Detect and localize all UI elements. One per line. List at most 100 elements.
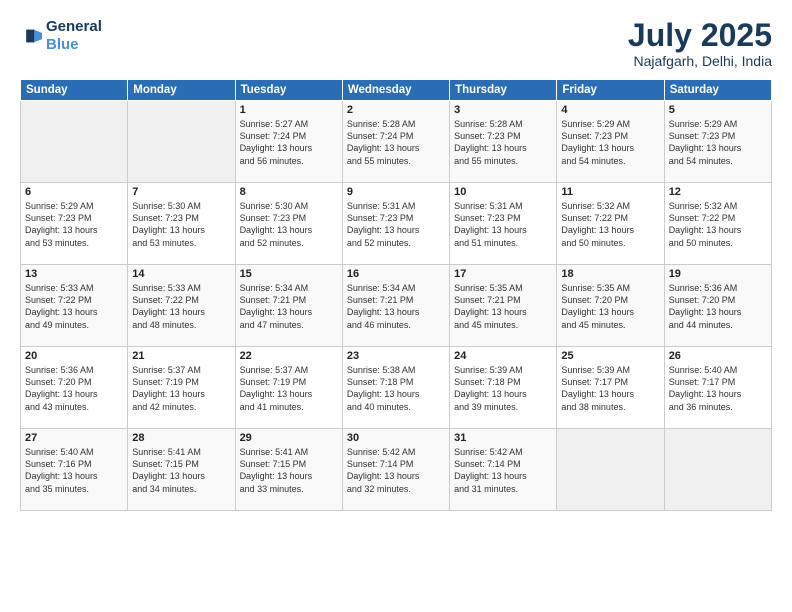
calendar-cell: 3 Sunrise: 5:28 AM Sunset: 7:23 PM Daylig… — [450, 101, 557, 183]
day-number: 22 — [240, 350, 338, 362]
day-number: 21 — [132, 350, 230, 362]
calendar-cell: 13 Sunrise: 5:33 AM Sunset: 7:22 PM Dayli… — [21, 265, 128, 347]
calendar-cell: 18 Sunrise: 5:35 AM Sunset: 7:20 PM Dayli… — [557, 265, 664, 347]
day-number: 12 — [669, 186, 767, 198]
day-info: Sunrise: 5:33 AM Sunset: 7:22 PM Dayligh… — [25, 282, 123, 331]
day-info: Sunrise: 5:40 AM Sunset: 7:17 PM Dayligh… — [669, 364, 767, 413]
day-number: 15 — [240, 268, 338, 280]
day-info: Sunrise: 5:39 AM Sunset: 7:18 PM Dayligh… — [454, 364, 552, 413]
day-info: Sunrise: 5:29 AM Sunset: 7:23 PM Dayligh… — [25, 200, 123, 249]
day-info: Sunrise: 5:34 AM Sunset: 7:21 PM Dayligh… — [240, 282, 338, 331]
calendar-week-2: 6 Sunrise: 5:29 AM Sunset: 7:23 PM Daylig… — [21, 183, 772, 265]
calendar-cell: 24Sunrise: 5:39 AM Sunset: 7:18 PM Dayli… — [450, 347, 557, 429]
calendar-cell: 20 Sunrise: 5:36 AM Sunset: 7:20 PM Dayli… — [21, 347, 128, 429]
calendar-cell: 19Sunrise: 5:36 AM Sunset: 7:20 PM Dayli… — [664, 265, 771, 347]
day-info: Sunrise: 5:32 AM Sunset: 7:22 PM Dayligh… — [669, 200, 767, 249]
calendar-cell: 1Sunrise: 5:27 AM Sunset: 7:24 PM Daylig… — [235, 101, 342, 183]
day-info: Sunrise: 5:36 AM Sunset: 7:20 PM Dayligh… — [25, 364, 123, 413]
day-number: 3 — [454, 104, 552, 116]
day-info: Sunrise: 5:37 AM Sunset: 7:19 PM Dayligh… — [240, 364, 338, 413]
calendar-week-5: 27Sunrise: 5:40 AM Sunset: 7:16 PM Dayli… — [21, 429, 772, 511]
header-monday: Monday — [128, 80, 235, 101]
header: General Blue July 2025 Najafgarh, Delhi,… — [20, 18, 772, 69]
day-info: Sunrise: 5:39 AM Sunset: 7:17 PM Dayligh… — [561, 364, 659, 413]
day-number: 28 — [132, 432, 230, 444]
day-info: Sunrise: 5:36 AM Sunset: 7:20 PM Dayligh… — [669, 282, 767, 331]
day-info: Sunrise: 5:29 AM Sunset: 7:23 PM Dayligh… — [669, 118, 767, 167]
day-info: Sunrise: 5:27 AM Sunset: 7:24 PM Dayligh… — [240, 118, 338, 167]
header-sunday: Sunday — [21, 80, 128, 101]
calendar-cell — [128, 101, 235, 183]
day-info: Sunrise: 5:40 AM Sunset: 7:16 PM Dayligh… — [25, 446, 123, 495]
calendar-cell — [664, 429, 771, 511]
title-block: July 2025 Najafgarh, Delhi, India — [628, 18, 772, 69]
day-info: Sunrise: 5:32 AM Sunset: 7:22 PM Dayligh… — [561, 200, 659, 249]
day-info: Sunrise: 5:28 AM Sunset: 7:23 PM Dayligh… — [454, 118, 552, 167]
day-number: 13 — [25, 268, 123, 280]
day-info: Sunrise: 5:35 AM Sunset: 7:21 PM Dayligh… — [454, 282, 552, 331]
day-number: 11 — [561, 186, 659, 198]
day-info: Sunrise: 5:33 AM Sunset: 7:22 PM Dayligh… — [132, 282, 230, 331]
day-number: 8 — [240, 186, 338, 198]
calendar-cell: 26Sunrise: 5:40 AM Sunset: 7:17 PM Dayli… — [664, 347, 771, 429]
calendar-cell: 29 Sunrise: 5:41 AM Sunset: 7:15 PM Dayli… — [235, 429, 342, 511]
calendar-cell: 11 Sunrise: 5:32 AM Sunset: 7:22 PM Dayli… — [557, 183, 664, 265]
day-info: Sunrise: 5:31 AM Sunset: 7:23 PM Dayligh… — [454, 200, 552, 249]
day-number: 29 — [240, 432, 338, 444]
day-number: 23 — [347, 350, 445, 362]
day-info: Sunrise: 5:37 AM Sunset: 7:19 PM Dayligh… — [132, 364, 230, 413]
calendar-cell: 6 Sunrise: 5:29 AM Sunset: 7:23 PM Daylig… — [21, 183, 128, 265]
calendar: Sunday Monday Tuesday Wednesday Thursday… — [20, 79, 772, 511]
calendar-cell: 23 Sunrise: 5:38 AM Sunset: 7:18 PM Dayli… — [342, 347, 449, 429]
logo-icon — [20, 25, 42, 47]
header-friday: Friday — [557, 80, 664, 101]
calendar-cell: 7 Sunrise: 5:30 AM Sunset: 7:23 PM Daylig… — [128, 183, 235, 265]
calendar-cell — [557, 429, 664, 511]
sub-title: Najafgarh, Delhi, India — [628, 53, 772, 69]
day-info: Sunrise: 5:35 AM Sunset: 7:20 PM Dayligh… — [561, 282, 659, 331]
calendar-cell: 28 Sunrise: 5:41 AM Sunset: 7:15 PM Dayli… — [128, 429, 235, 511]
day-number: 9 — [347, 186, 445, 198]
calendar-cell: 5 Sunrise: 5:29 AM Sunset: 7:23 PM Daylig… — [664, 101, 771, 183]
day-number: 6 — [25, 186, 123, 198]
day-info: Sunrise: 5:30 AM Sunset: 7:23 PM Dayligh… — [132, 200, 230, 249]
day-number: 16 — [347, 268, 445, 280]
header-wednesday: Wednesday — [342, 80, 449, 101]
day-info: Sunrise: 5:34 AM Sunset: 7:21 PM Dayligh… — [347, 282, 445, 331]
calendar-cell: 8 Sunrise: 5:30 AM Sunset: 7:23 PM Daylig… — [235, 183, 342, 265]
header-tuesday: Tuesday — [235, 80, 342, 101]
day-info: Sunrise: 5:31 AM Sunset: 7:23 PM Dayligh… — [347, 200, 445, 249]
logo-text: General Blue — [46, 18, 102, 54]
day-number: 25 — [561, 350, 659, 362]
header-saturday: Saturday — [664, 80, 771, 101]
day-info: Sunrise: 5:42 AM Sunset: 7:14 PM Dayligh… — [454, 446, 552, 495]
day-info: Sunrise: 5:38 AM Sunset: 7:18 PM Dayligh… — [347, 364, 445, 413]
calendar-cell: 15 Sunrise: 5:34 AM Sunset: 7:21 PM Dayli… — [235, 265, 342, 347]
calendar-cell: 17Sunrise: 5:35 AM Sunset: 7:21 PM Dayli… — [450, 265, 557, 347]
calendar-cell — [21, 101, 128, 183]
day-info: Sunrise: 5:41 AM Sunset: 7:15 PM Dayligh… — [132, 446, 230, 495]
day-info: Sunrise: 5:30 AM Sunset: 7:23 PM Dayligh… — [240, 200, 338, 249]
calendar-week-3: 13 Sunrise: 5:33 AM Sunset: 7:22 PM Dayli… — [21, 265, 772, 347]
day-info: Sunrise: 5:29 AM Sunset: 7:23 PM Dayligh… — [561, 118, 659, 167]
day-number: 20 — [25, 350, 123, 362]
day-number: 5 — [669, 104, 767, 116]
calendar-week-1: 1Sunrise: 5:27 AM Sunset: 7:24 PM Daylig… — [21, 101, 772, 183]
calendar-cell: 2 Sunrise: 5:28 AM Sunset: 7:24 PM Daylig… — [342, 101, 449, 183]
day-number: 30 — [347, 432, 445, 444]
calendar-cell: 12 Sunrise: 5:32 AM Sunset: 7:22 PM Dayli… — [664, 183, 771, 265]
calendar-cell: 9 Sunrise: 5:31 AM Sunset: 7:23 PM Daylig… — [342, 183, 449, 265]
logo: General Blue — [20, 18, 102, 54]
calendar-header-row: Sunday Monday Tuesday Wednesday Thursday… — [21, 80, 772, 101]
calendar-cell: 27Sunrise: 5:40 AM Sunset: 7:16 PM Dayli… — [21, 429, 128, 511]
header-thursday: Thursday — [450, 80, 557, 101]
day-info: Sunrise: 5:28 AM Sunset: 7:24 PM Dayligh… — [347, 118, 445, 167]
page: General Blue July 2025 Najafgarh, Delhi,… — [0, 0, 792, 612]
calendar-cell: 14 Sunrise: 5:33 AM Sunset: 7:22 PM Dayli… — [128, 265, 235, 347]
day-number: 2 — [347, 104, 445, 116]
day-number: 7 — [132, 186, 230, 198]
day-number: 14 — [132, 268, 230, 280]
day-number: 18 — [561, 268, 659, 280]
calendar-cell: 4Sunrise: 5:29 AM Sunset: 7:23 PM Daylig… — [557, 101, 664, 183]
day-info: Sunrise: 5:41 AM Sunset: 7:15 PM Dayligh… — [240, 446, 338, 495]
